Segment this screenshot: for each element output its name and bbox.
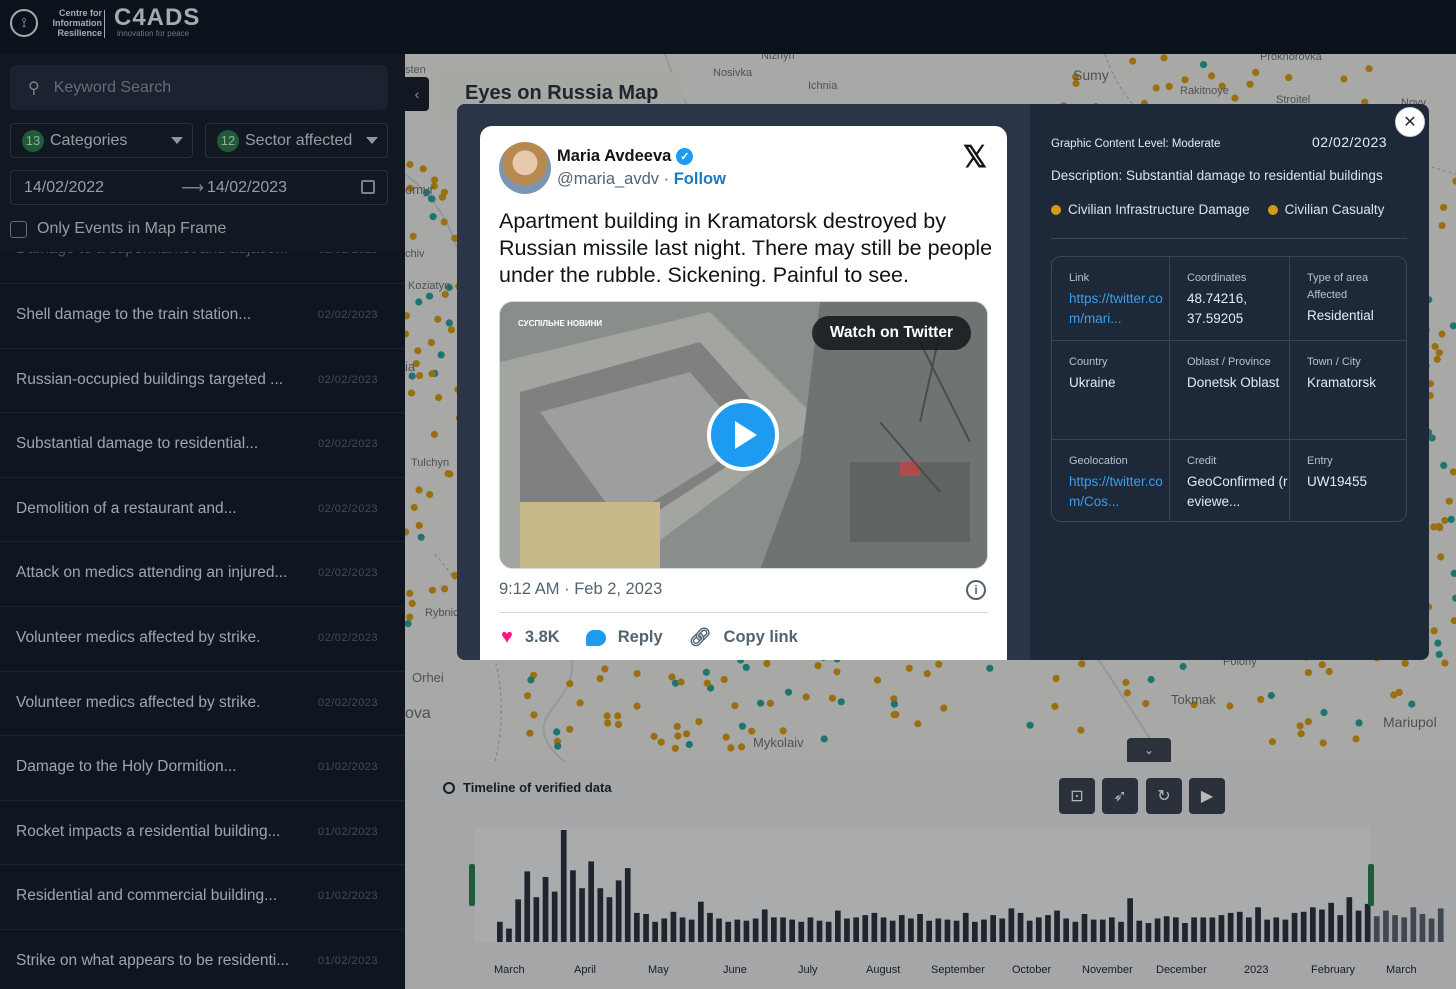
copy-link-label: Copy link xyxy=(723,628,798,646)
event-detail-modal: Maria Avdeeva ✓ @maria_avdv · Follow 𝕏 A… xyxy=(457,104,1429,660)
field-value: Kramatorsk xyxy=(1307,375,1377,390)
verified-badge-icon: ✓ xyxy=(676,148,694,165)
play-icon xyxy=(735,421,757,449)
tag-civilian-casualty: Civilian Casualty xyxy=(1267,202,1385,217)
field-value[interactable]: https://twitter.com/mari... xyxy=(1069,289,1169,329)
field-label: Credit xyxy=(1187,455,1217,467)
tag-label: Civilian Infrastructure Damage xyxy=(1068,202,1250,217)
field-label: Oblast / Province xyxy=(1187,356,1271,368)
field-label: Link xyxy=(1069,272,1090,284)
play-video-button[interactable] xyxy=(707,399,779,471)
field-label: Coordinates xyxy=(1187,272,1247,284)
tag-civilian-infrastructure: Civilian Infrastructure Damage xyxy=(1051,202,1250,217)
field-town: Town / City Kramatorsk xyxy=(1290,341,1406,440)
like-count: 3.8K xyxy=(524,628,560,646)
field-value: Residential xyxy=(1307,308,1374,323)
field-label: Town / City xyxy=(1307,356,1361,368)
link-icon: 🔗︎ xyxy=(688,627,712,647)
reply-icon xyxy=(585,629,606,646)
field-value: Donetsk Oblast xyxy=(1187,375,1280,390)
field-label: Geolocation xyxy=(1069,455,1128,467)
field-value: UW19455 xyxy=(1307,474,1368,489)
like-button[interactable]: ♥ 3.8K xyxy=(501,626,560,649)
heart-icon: ♥ xyxy=(501,626,513,648)
field-value: 48.74216, 37.59205 xyxy=(1187,291,1248,326)
reply-label: Reply xyxy=(617,628,663,646)
field-credit: Credit GeoConfirmed (reviewe... xyxy=(1170,440,1290,521)
close-button[interactable]: ✕ xyxy=(1395,107,1425,137)
divider xyxy=(1051,238,1407,239)
avatar[interactable] xyxy=(499,142,551,194)
tweet-embed-panel: Maria Avdeeva ✓ @maria_avdv · Follow 𝕏 A… xyxy=(457,104,1030,660)
field-entry: Entry UW19455 xyxy=(1290,440,1406,521)
author-handle[interactable]: @maria_avdv xyxy=(557,170,659,188)
tweet-timestamp[interactable]: 9:12 AM · Feb 2, 2023 xyxy=(499,580,662,599)
watch-on-twitter-button[interactable]: Watch on Twitter xyxy=(811,316,971,350)
field-oblast: Oblast / Province Donetsk Oblast xyxy=(1170,341,1290,440)
close-icon: ✕ xyxy=(1403,114,1417,131)
field-label: Entry xyxy=(1307,455,1333,467)
field-geolocation[interactable]: Geolocation https://twitter.com/Cos... xyxy=(1052,440,1170,521)
event-description: Description: Substantial damage to resid… xyxy=(1051,168,1383,183)
tweet-author[interactable]: Maria Avdeeva ✓ xyxy=(557,147,694,166)
field-coordinates: Coordinates 48.74216, 37.59205 xyxy=(1170,257,1290,341)
tweet-handle-row: @maria_avdv · Follow xyxy=(557,170,726,188)
tweet-actions: ♥ 3.8K Reply 🔗︎ Copy link xyxy=(501,626,824,649)
tag-dot-icon xyxy=(1267,204,1278,215)
field-country: Country Ukraine xyxy=(1052,341,1170,440)
x-logo-icon[interactable]: 𝕏 xyxy=(963,140,987,175)
field-value: Ukraine xyxy=(1069,375,1116,390)
author-name: Maria Avdeeva xyxy=(557,147,672,165)
info-icon[interactable]: i xyxy=(966,580,986,600)
graphic-content-level: Graphic Content Level: Moderate xyxy=(1051,138,1221,150)
field-link[interactable]: Link https://twitter.com/mari... xyxy=(1052,257,1170,341)
tweet-text: Apartment building in Kramatorsk destroy… xyxy=(499,209,993,287)
tag-dot-icon xyxy=(1051,204,1061,215)
divider xyxy=(499,612,988,613)
copy-link-button[interactable]: 🔗︎ Copy link xyxy=(689,627,798,648)
field-value[interactable]: https://twitter.com/Cos... xyxy=(1069,472,1169,512)
tag-label: Civilian Casualty xyxy=(1284,202,1385,217)
field-value: GeoConfirmed (reviewe... xyxy=(1187,474,1288,509)
video-watermark: СУСПІЛЬНЕ НОВИНИ xyxy=(518,319,603,328)
event-tags: Civilian Infrastructure Damage Civilian … xyxy=(1051,202,1384,217)
tweet-card[interactable]: Maria Avdeeva ✓ @maria_avdv · Follow 𝕏 A… xyxy=(480,126,1007,660)
field-area-type: Type of area Affected Residential xyxy=(1290,257,1406,341)
event-detail-grid: Link https://twitter.com/mari... Coordin… xyxy=(1051,256,1407,522)
event-date: 02/02/2023 xyxy=(1312,134,1388,150)
reply-button[interactable]: Reply xyxy=(585,628,663,647)
follow-link[interactable]: Follow xyxy=(674,170,726,188)
field-label: Country xyxy=(1069,356,1108,368)
field-label: Type of area Affected xyxy=(1307,272,1369,301)
tweet-video[interactable]: СУСПІЛЬНЕ НОВИНИ Watch on Twitter xyxy=(499,301,988,569)
